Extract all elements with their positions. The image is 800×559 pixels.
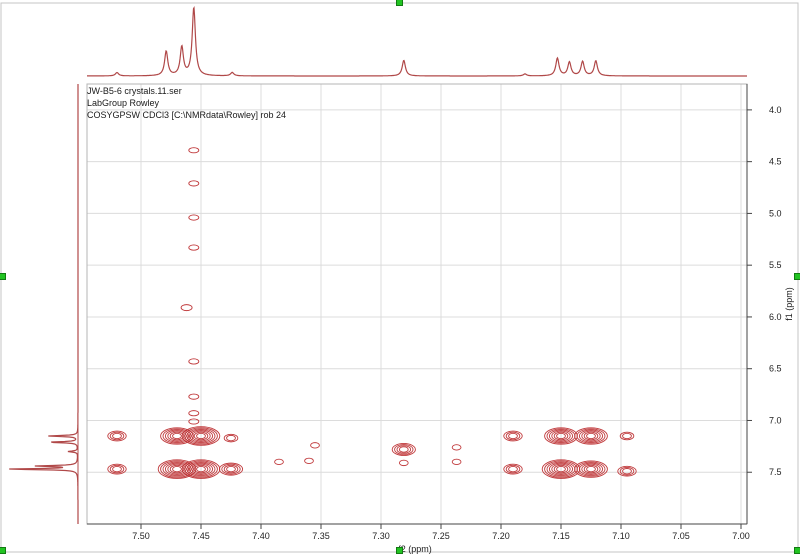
t1-noise-contour bbox=[188, 244, 200, 251]
t1-noise-contour bbox=[188, 214, 200, 221]
t1-noise-contour bbox=[180, 304, 193, 312]
t1-noise-contour bbox=[188, 418, 200, 425]
x-tick-label: 7.20 bbox=[492, 531, 510, 541]
contour-layer bbox=[107, 147, 637, 479]
resize-handle-top[interactable] bbox=[396, 0, 403, 6]
t1-noise-contour bbox=[188, 358, 200, 365]
experiment-info: COSYGPSW CDCl3 [C:\NMRdata\Rowley] rob 2… bbox=[87, 110, 287, 120]
x-tick-label: 7.10 bbox=[612, 531, 630, 541]
t1-noise-contour bbox=[188, 393, 200, 400]
y-axis-label: f1 (ppm) bbox=[784, 287, 794, 321]
resize-handle-right[interactable] bbox=[794, 273, 800, 280]
x-tick-label: 7.50 bbox=[132, 531, 150, 541]
y-tick-label: 6.0 bbox=[769, 312, 782, 322]
x-tick-label: 7.40 bbox=[252, 531, 270, 541]
contour-level bbox=[586, 465, 596, 473]
resize-handle-left[interactable] bbox=[0, 273, 6, 280]
contour-level bbox=[226, 434, 236, 442]
cross-peak bbox=[310, 442, 320, 449]
cross-peak bbox=[304, 457, 314, 464]
y-tick-label: 4.0 bbox=[769, 105, 782, 115]
f1-projection-trace bbox=[9, 84, 79, 524]
t1-noise-contour bbox=[188, 410, 200, 417]
contour-level bbox=[451, 458, 462, 466]
contour-level bbox=[226, 465, 236, 473]
resize-handle-bottom[interactable] bbox=[396, 547, 403, 554]
f2-projection-trace bbox=[87, 6, 747, 77]
lab-group: LabGroup Rowley bbox=[87, 98, 160, 108]
x-axis-label: f2 (ppm) bbox=[398, 544, 432, 554]
cross-peak bbox=[574, 427, 608, 445]
cross-peak bbox=[107, 463, 127, 475]
x-tick-label: 7.05 bbox=[672, 531, 690, 541]
cross-peak bbox=[391, 443, 416, 456]
contour-level bbox=[112, 465, 122, 473]
y-tick-label: 7.0 bbox=[769, 415, 782, 425]
contour-level bbox=[304, 457, 314, 464]
x-tick-label: 7.00 bbox=[732, 531, 750, 541]
cross-peak bbox=[451, 458, 462, 466]
contour-level bbox=[172, 432, 182, 440]
contour-level bbox=[398, 446, 409, 453]
cross-peak bbox=[398, 459, 409, 467]
cross-peak bbox=[223, 433, 239, 443]
cross-peak bbox=[218, 462, 244, 476]
contour-level bbox=[622, 432, 632, 440]
cross-peak bbox=[107, 430, 127, 442]
x-tick-label: 7.25 bbox=[432, 531, 450, 541]
y-tick-label: 4.5 bbox=[769, 157, 782, 167]
cross-peak bbox=[503, 430, 523, 442]
contour-level bbox=[508, 465, 518, 473]
cross-peak bbox=[451, 444, 462, 451]
cosy-plot[interactable]: 7.50 7.45 7.40 7.35 7.30 7.25 7.20 7.15 7.10 7.05… bbox=[0, 0, 800, 554]
contour-level bbox=[172, 465, 182, 473]
spectrum-filename: JW-B5-6 crystals.11.ser bbox=[87, 86, 182, 96]
x-tick-label: 7.45 bbox=[192, 531, 210, 541]
resize-handle-bottom-left[interactable] bbox=[0, 547, 6, 554]
cross-peak bbox=[274, 458, 284, 466]
y-tick-label: 5.0 bbox=[769, 208, 782, 218]
t1-noise-contour bbox=[188, 147, 200, 154]
contour-level bbox=[451, 444, 462, 451]
contour-level bbox=[112, 432, 122, 440]
contour-level bbox=[622, 468, 632, 475]
y-tick-label: 6.5 bbox=[769, 364, 782, 374]
cross-peak bbox=[574, 460, 608, 478]
resize-handle-bottom-right[interactable] bbox=[794, 547, 800, 554]
cross-peak bbox=[617, 465, 637, 477]
grid bbox=[87, 84, 747, 524]
contour-level bbox=[274, 458, 284, 466]
cross-peak bbox=[619, 431, 635, 441]
y-tick-label: 5.5 bbox=[769, 260, 782, 270]
contour-level bbox=[586, 432, 596, 440]
plot-frame bbox=[86, 83, 748, 525]
contour-level bbox=[310, 442, 320, 449]
t1-noise-contour bbox=[188, 180, 200, 187]
nmr-spectrum-window[interactable]: 7.50 7.45 7.40 7.35 7.30 7.25 7.20 7.15 7.10 7.05… bbox=[0, 0, 800, 554]
x-tick-label: 7.15 bbox=[552, 531, 570, 541]
cross-peak bbox=[503, 463, 523, 475]
contour-level bbox=[508, 432, 518, 440]
contour-level bbox=[398, 459, 409, 467]
x-tick-label: 7.35 bbox=[312, 531, 330, 541]
y-tick-label: 7.5 bbox=[769, 467, 782, 477]
x-tick-label: 7.30 bbox=[372, 531, 390, 541]
